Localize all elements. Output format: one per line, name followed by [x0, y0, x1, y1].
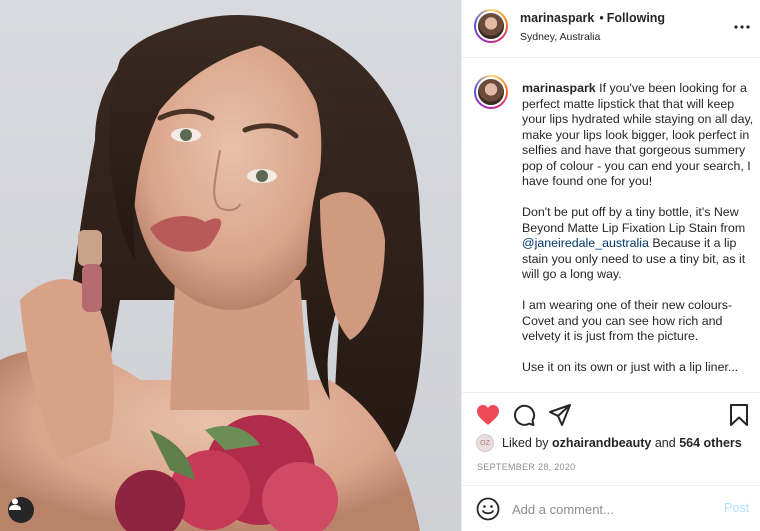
caption-paragraph-4: Use it on its own or just with a lip lin…: [522, 360, 739, 374]
caption-paragraph-2-start: Don't be put off by a tiny bottle, it's …: [522, 205, 746, 235]
emoji-icon[interactable]: [476, 497, 500, 521]
author-line: marinaspark • Following: [520, 11, 665, 25]
action-bar: [462, 392, 760, 438]
mention-link[interactable]: @janeiredale_australia: [522, 236, 649, 250]
comment-icon: [514, 404, 536, 426]
caption-paragraph-3: I am wearing one of their new colours- C…: [522, 298, 733, 343]
likes-prefix: Liked by: [502, 436, 549, 450]
liker-avatar[interactable]: OZ: [476, 434, 494, 452]
comment-button[interactable]: [512, 403, 536, 427]
like-button[interactable]: [476, 403, 500, 427]
add-comment-bar: Post: [462, 485, 760, 531]
post-photo: [0, 15, 424, 531]
tagged-user-icon[interactable]: [8, 497, 34, 523]
post-location[interactable]: Sydney, Australia: [520, 31, 600, 43]
heart-icon: [477, 405, 499, 425]
post-comment-button[interactable]: Post: [724, 501, 749, 515]
follow-status-button[interactable]: Following: [607, 11, 665, 25]
likes-conjunction: and: [654, 436, 676, 450]
likes-count-link[interactable]: 564 others: [679, 436, 742, 450]
more-horizontal-icon: [734, 25, 750, 29]
bookmark-icon: [730, 404, 748, 426]
post-side-panel: marinaspark • Following Sydney, Australia …: [461, 0, 760, 531]
post-image[interactable]: [0, 0, 461, 531]
comments-section[interactable]: marinaspark If you've been looking for a…: [462, 59, 760, 392]
author-username[interactable]: marinaspark: [520, 11, 594, 25]
caption-username[interactable]: marinaspark: [522, 81, 596, 95]
more-options-button[interactable]: [733, 18, 751, 36]
user-icon: [9, 498, 21, 510]
post-date[interactable]: SEPTEMBER 28, 2020: [477, 462, 575, 472]
separator-dot: •: [599, 11, 604, 25]
liker-username[interactable]: ozhairandbeauty: [552, 436, 651, 450]
share-button[interactable]: [548, 403, 572, 427]
author-avatar[interactable]: [474, 9, 508, 43]
save-button[interactable]: [727, 403, 751, 427]
post-header: marinaspark • Following Sydney, Australia: [462, 0, 760, 58]
comment-input[interactable]: [512, 498, 712, 520]
post-caption: marinaspark If you've been looking for a…: [522, 81, 754, 391]
caption-paragraph-1: If you've been looking for a perfect mat…: [522, 81, 754, 188]
paper-plane-icon: [549, 404, 571, 426]
caption-avatar[interactable]: [474, 75, 508, 109]
likes-summary: OZ Liked by ozhairandbeauty and 564 othe…: [476, 434, 742, 452]
